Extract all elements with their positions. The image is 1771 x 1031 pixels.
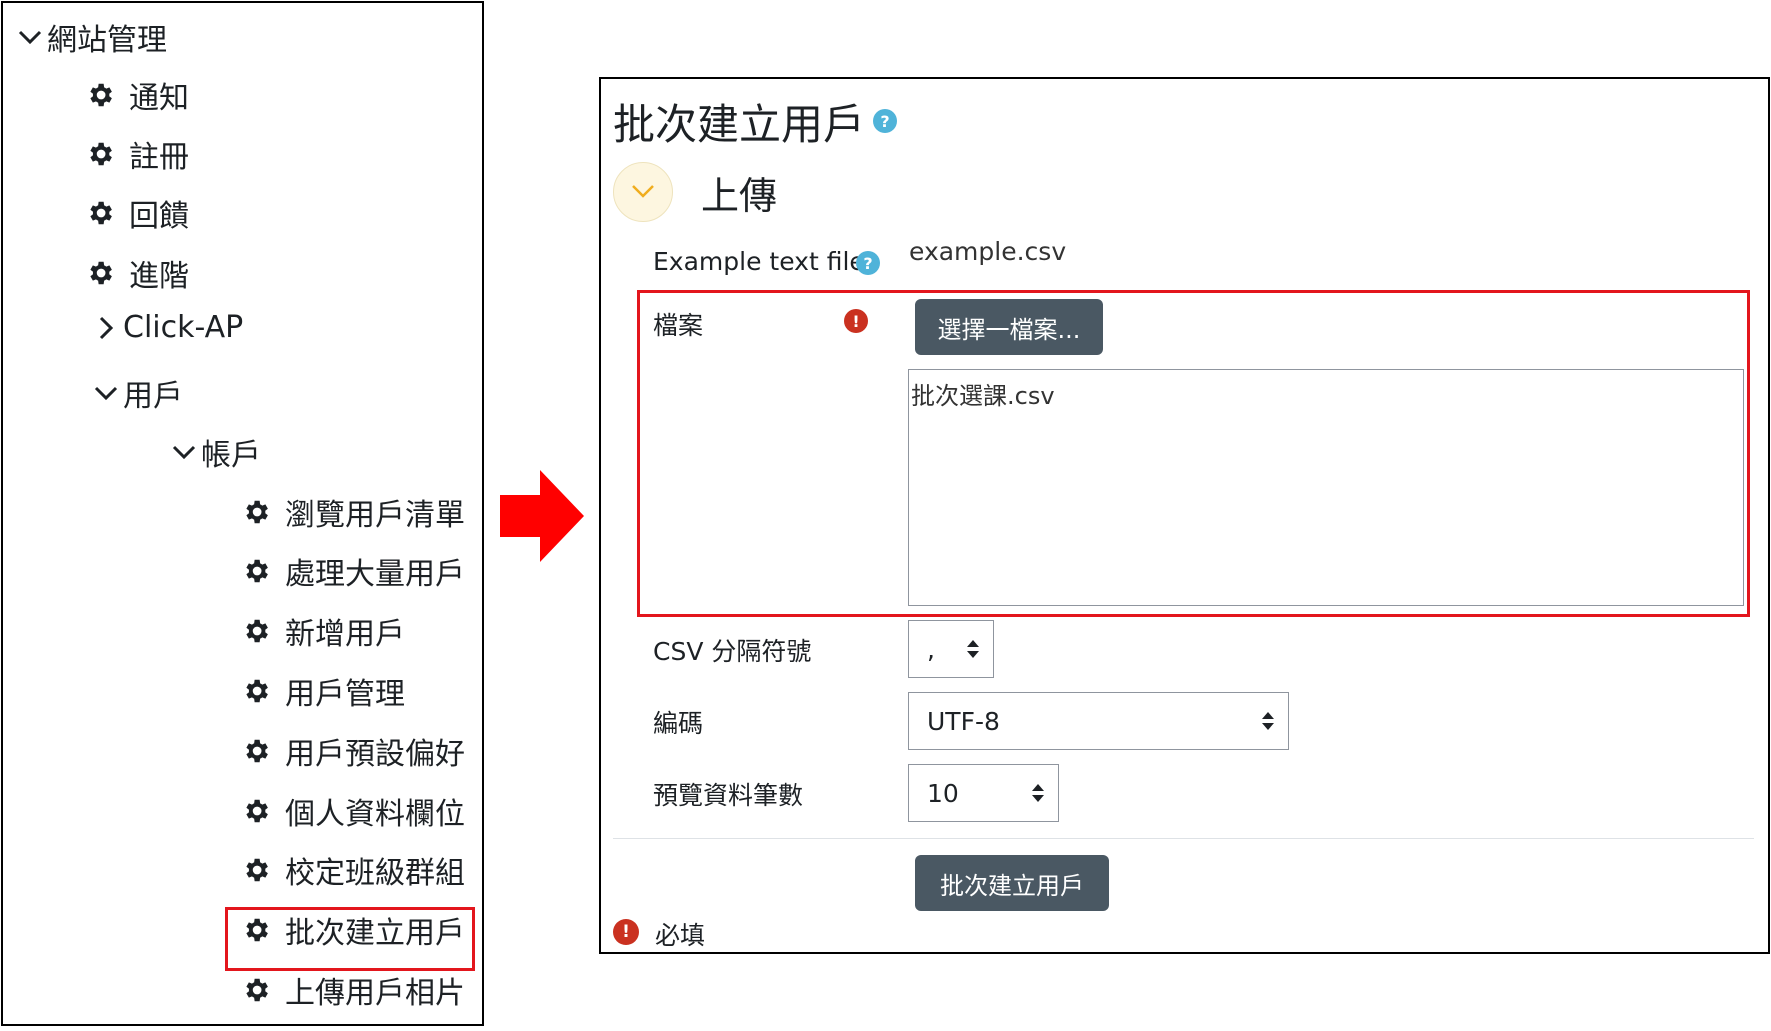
nav-click-ap-label: Click-AP bbox=[123, 310, 244, 345]
encoding-label: 編碼 bbox=[653, 709, 704, 738]
nav-users-label: 用戶 bbox=[123, 379, 183, 414]
nav-item-user-defaults[interactable]: 用戶預設偏好 bbox=[241, 729, 465, 773]
csv-delimiter-label: CSV 分隔符號 bbox=[653, 637, 812, 666]
nav-item-label: 瀏覽用戶清單 bbox=[285, 498, 465, 533]
nav-item-add-user[interactable]: 新增用戶 bbox=[241, 609, 405, 653]
section-collapse-toggle[interactable] bbox=[613, 162, 673, 222]
active-item-highlight bbox=[225, 907, 475, 971]
nav-accounts[interactable]: 帳戶 bbox=[171, 430, 261, 474]
choose-file-button[interactable]: 選擇一檔案... bbox=[915, 299, 1103, 355]
exclamation-circle-icon: ! bbox=[844, 309, 868, 333]
sort-arrows-icon bbox=[1248, 712, 1288, 730]
gear-icon bbox=[241, 855, 271, 885]
preview-rows-select[interactable]: 10 bbox=[908, 764, 1059, 822]
nav-item-label: 上傳用戶相片 bbox=[285, 976, 465, 1011]
sort-arrows-icon bbox=[953, 640, 993, 658]
page-title: 批次建立用戶 bbox=[613, 100, 866, 149]
gear-icon bbox=[85, 80, 115, 110]
site-admin-nav: 網站管理 通知 註冊 回饋 進階 Click-AP 用戶 帳戶 瀏覽用戶清單 處… bbox=[1, 1, 484, 1026]
divider bbox=[613, 838, 1754, 839]
nav-click-ap[interactable]: Click-AP bbox=[93, 310, 243, 345]
nav-users[interactable]: 用戶 bbox=[93, 371, 183, 415]
gear-icon bbox=[85, 198, 115, 228]
question-circle-icon[interactable]: ? bbox=[856, 251, 880, 275]
nav-item-bulk-actions[interactable]: 處理大量用戶 bbox=[241, 549, 465, 593]
gear-icon bbox=[241, 497, 271, 527]
nav-site-admin-label: 網站管理 bbox=[47, 23, 167, 58]
exclamation-circle-icon: ! bbox=[613, 919, 639, 945]
upload-users-button[interactable]: 批次建立用戶 bbox=[915, 855, 1109, 911]
section-title: 上傳 bbox=[701, 174, 778, 218]
gear-icon bbox=[241, 736, 271, 766]
nav-item-cohorts[interactable]: 校定班級群組 bbox=[241, 848, 465, 892]
nav-item-label: 用戶預設偏好 bbox=[285, 737, 465, 772]
nav-item-upload-pictures[interactable]: 上傳用戶相片 bbox=[241, 968, 465, 1012]
nav-item-notifications[interactable]: 通知 bbox=[85, 73, 189, 117]
file-label: 檔案 bbox=[653, 311, 704, 340]
chevron-down-icon bbox=[171, 439, 197, 465]
nav-item-label: 進階 bbox=[129, 259, 189, 294]
required-note: 必填 bbox=[655, 921, 706, 950]
nav-item-advanced[interactable]: 進階 bbox=[85, 251, 189, 295]
example-file-label: Example text file bbox=[653, 247, 865, 276]
nav-item-label: 通知 bbox=[129, 81, 189, 116]
question-circle-icon[interactable]: ? bbox=[873, 109, 897, 133]
encoding-value: UTF-8 bbox=[927, 706, 1000, 736]
nav-item-browse-users[interactable]: 瀏覽用戶清單 bbox=[241, 490, 465, 534]
gear-icon bbox=[241, 975, 271, 1005]
gear-icon bbox=[241, 556, 271, 586]
gear-icon bbox=[241, 796, 271, 826]
csv-delimiter-select[interactable]: , bbox=[908, 620, 994, 678]
preview-rows-value: 10 bbox=[927, 778, 959, 808]
nav-site-admin[interactable]: 網站管理 bbox=[17, 15, 167, 59]
nav-item-feedback[interactable]: 回饋 bbox=[85, 191, 189, 235]
gear-icon bbox=[85, 258, 115, 288]
chevron-down-icon bbox=[17, 24, 43, 50]
selected-file-name[interactable]: 批次選課.csv bbox=[911, 376, 1055, 411]
nav-item-label: 用戶管理 bbox=[285, 677, 405, 712]
sort-arrows-icon bbox=[1018, 784, 1058, 802]
upload-users-form-panel: 批次建立用戶 ? 上傳 Example text file ? example.… bbox=[599, 77, 1770, 954]
nav-item-label: 回饋 bbox=[129, 199, 189, 234]
nav-item-label: 新增用戶 bbox=[285, 617, 405, 652]
example-file-link[interactable]: example.csv bbox=[909, 237, 1066, 266]
nav-accounts-label: 帳戶 bbox=[201, 438, 261, 473]
nav-item-label: 註冊 bbox=[129, 140, 189, 175]
csv-delimiter-value: , bbox=[927, 634, 935, 664]
nav-item-user-management[interactable]: 用戶管理 bbox=[241, 669, 405, 713]
chevron-down-icon bbox=[93, 380, 119, 406]
chevron-down-icon bbox=[631, 183, 655, 202]
chevron-right-icon bbox=[93, 315, 119, 341]
file-drop-area[interactable]: 批次選課.csv bbox=[908, 369, 1744, 606]
gear-icon bbox=[241, 616, 271, 646]
nav-item-label: 校定班級群組 bbox=[285, 856, 465, 891]
gear-icon bbox=[241, 676, 271, 706]
nav-item-label: 個人資料欄位 bbox=[285, 797, 465, 832]
preview-rows-label: 預覽資料筆數 bbox=[653, 781, 804, 810]
encoding-select[interactable]: UTF-8 bbox=[908, 692, 1289, 750]
nav-item-label: 處理大量用戶 bbox=[285, 557, 465, 592]
red-arrow-icon bbox=[500, 470, 584, 566]
nav-item-registration[interactable]: 註冊 bbox=[85, 132, 189, 176]
gear-icon bbox=[85, 139, 115, 169]
nav-item-profile-fields[interactable]: 個人資料欄位 bbox=[241, 789, 465, 833]
